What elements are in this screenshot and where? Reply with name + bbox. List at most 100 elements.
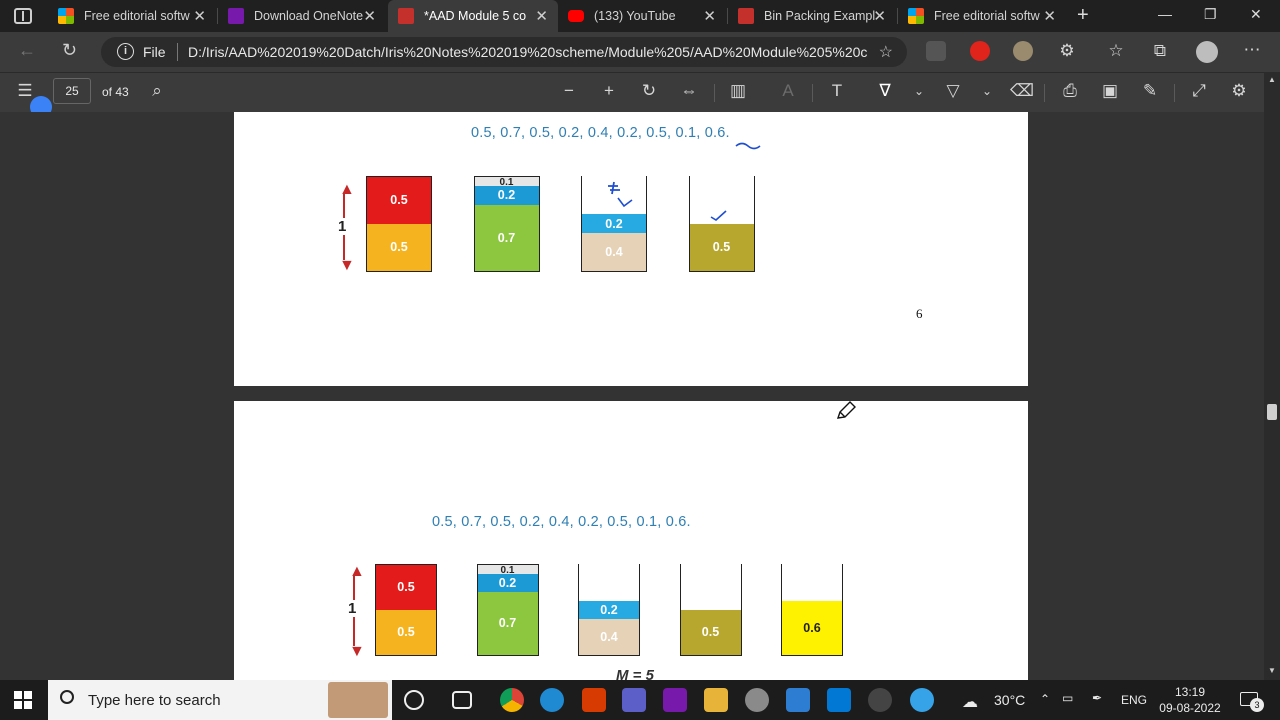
refresh-button[interactable]: ↻ xyxy=(62,40,77,61)
scrollbar-thumb[interactable] xyxy=(1267,404,1277,420)
bin-item: 0.4 xyxy=(582,233,646,271)
capacity-indicator: ▲ ▼ 1 xyxy=(336,182,355,274)
file-explorer-icon[interactable] xyxy=(704,688,728,712)
print-icon[interactable]: ⎙ xyxy=(1059,81,1081,101)
weather-cloud-icon[interactable]: ☁ xyxy=(962,692,978,712)
close-icon[interactable]: ✕ xyxy=(1043,7,1056,25)
url-text[interactable]: D:/Iris/AAD%202019%20Datch/Iris%20Notes%… xyxy=(188,44,868,60)
bin: 0.4 0.2 xyxy=(578,564,640,656)
notification-icon[interactable]: 3 xyxy=(1240,692,1264,712)
close-icon[interactable]: ✕ xyxy=(193,7,206,25)
close-icon[interactable]: ✕ xyxy=(535,7,548,25)
app-icon[interactable] xyxy=(868,688,892,712)
close-icon[interactable]: ✕ xyxy=(703,7,716,25)
media-player-icon[interactable] xyxy=(827,688,851,712)
tab-4[interactable]: (133) YouTube ✕ xyxy=(558,0,726,32)
search-icon[interactable]: ⌕ xyxy=(146,81,168,101)
bin: 0.6 xyxy=(781,564,843,656)
tab-2[interactable]: Download OneNote ✕ xyxy=(218,0,386,32)
pdf-page: 0.5, 0.7, 0.5, 0.2, 0.4, 0.2, 0.5, 0.1, … xyxy=(234,401,1028,680)
bin: 0.5 0.5 xyxy=(366,176,432,272)
chevron-down-icon[interactable]: ⌄ xyxy=(908,84,930,98)
clock[interactable]: 13:19 09-08-2022 xyxy=(1158,684,1222,716)
extension-icon[interactable] xyxy=(926,41,946,61)
scheme-label: File xyxy=(143,44,166,60)
taskbar-search[interactable]: Type here to search xyxy=(48,680,392,720)
pen-icon[interactable]: ✒ xyxy=(1092,691,1102,705)
tab-3-active[interactable]: *AAD Module 5 co ✕ xyxy=(388,0,558,32)
add-favorite-icon[interactable]: ☆ xyxy=(879,42,893,62)
network-icon[interactable]: ▭ xyxy=(1062,691,1073,705)
profile-avatar[interactable] xyxy=(1196,41,1218,63)
fullscreen-icon[interactable]: ⤢ xyxy=(1188,81,1210,101)
zoom-in-icon[interactable]: + xyxy=(598,81,620,101)
text-box-icon[interactable]: T xyxy=(826,81,848,101)
new-tab-button[interactable]: + xyxy=(1077,4,1089,27)
vertical-scrollbar[interactable]: ▲ ▼ xyxy=(1264,72,1280,680)
pdf-viewport[interactable]: 0.5, 0.7, 0.5, 0.2, 0.4, 0.2, 0.5, 0.1, … xyxy=(0,112,1280,680)
photos-icon[interactable] xyxy=(786,688,810,712)
eraser-icon[interactable]: ⌫ xyxy=(1010,81,1034,101)
edge-icon[interactable] xyxy=(540,688,564,712)
more-menu-icon[interactable]: ⋯ xyxy=(1241,40,1263,60)
ink-checkmark xyxy=(710,210,727,221)
divider xyxy=(1174,84,1175,102)
url-field[interactable]: i File D:/Iris/AAD%202019%20Datch/Iris%2… xyxy=(101,37,907,67)
start-button[interactable] xyxy=(14,691,32,709)
onenote-icon xyxy=(228,8,244,24)
teams-icon[interactable] xyxy=(622,688,646,712)
divider xyxy=(714,84,715,102)
collections-icon[interactable]: ⧉ xyxy=(1149,41,1171,61)
tab-1[interactable]: Free editorial softw ✕ xyxy=(48,0,216,32)
scroll-down-icon[interactable]: ▼ xyxy=(1268,666,1276,675)
onenote-icon[interactable] xyxy=(663,688,687,712)
cortana-icon[interactable] xyxy=(404,690,424,710)
tab-title: *AAD Module 5 co xyxy=(424,9,527,23)
bin-item: 0.7 xyxy=(477,591,538,655)
extension-icon[interactable] xyxy=(1013,41,1033,61)
save-icon[interactable]: ▣ xyxy=(1099,81,1121,101)
bin-count-label: M = 5 xyxy=(616,667,654,680)
pdf-page: 0.5, 0.7, 0.5, 0.2, 0.4, 0.2, 0.5, 0.1, … xyxy=(234,112,1028,386)
weather-temperature[interactable]: 30°C xyxy=(994,692,1025,708)
bin-item: 0.5 xyxy=(376,609,436,655)
extension-icon[interactable] xyxy=(970,41,990,61)
page-view-icon[interactable]: ▥ xyxy=(727,81,749,101)
extensions-icon[interactable]: ⚙ xyxy=(1056,41,1078,61)
bin: 0.7 0.2 0.1 xyxy=(476,564,539,656)
app-icon[interactable] xyxy=(745,688,769,712)
settings-icon[interactable]: ⚙ xyxy=(1228,81,1250,101)
restore-button[interactable]: ❐ xyxy=(1204,6,1217,23)
help-icon[interactable] xyxy=(910,688,934,712)
chevron-up-icon[interactable]: ⌃ xyxy=(1040,692,1050,706)
info-icon[interactable]: i xyxy=(117,43,134,60)
language-indicator[interactable]: ENG xyxy=(1121,693,1147,707)
task-view-icon[interactable] xyxy=(452,691,472,709)
minimize-button[interactable]: — xyxy=(1158,6,1172,22)
back-button[interactable]: ← xyxy=(18,40,36,61)
chrome-icon[interactable] xyxy=(500,688,524,712)
tab-6[interactable]: Free editorial softw ✕ xyxy=(898,0,1066,32)
page-number-input[interactable]: 25 xyxy=(53,78,91,104)
fit-width-icon[interactable]: ⇔ xyxy=(678,81,700,101)
favorites-icon[interactable]: ☆ xyxy=(1105,41,1127,61)
tab-5[interactable]: Bin Packing Exampl ✕ xyxy=(728,0,896,32)
scroll-up-icon[interactable]: ▲ xyxy=(1268,75,1276,84)
save-as-icon[interactable]: ✎ xyxy=(1139,81,1161,101)
highlight-icon[interactable]: ▽ xyxy=(942,81,964,101)
close-window-button[interactable]: ✕ xyxy=(1250,6,1262,23)
close-icon[interactable]: ✕ xyxy=(873,7,886,25)
office-icon[interactable] xyxy=(582,688,606,712)
arrow-up-icon: ▲ xyxy=(349,563,365,580)
chevron-down-icon[interactable]: ⌄ xyxy=(976,84,998,98)
zoom-out-icon[interactable]: − xyxy=(558,81,580,101)
arrow-down-icon: ▼ xyxy=(339,257,355,274)
arrow-down-icon: ▼ xyxy=(349,643,365,660)
page-count: of 43 xyxy=(102,85,129,99)
draw-icon[interactable]: ∇ xyxy=(874,81,896,101)
tab-actions-icon[interactable] xyxy=(14,8,32,24)
close-icon[interactable]: ✕ xyxy=(363,7,376,25)
rotate-icon[interactable]: ↻ xyxy=(638,81,660,101)
notification-count: 3 xyxy=(1250,698,1264,712)
bin-item: 0.5 xyxy=(367,223,431,271)
